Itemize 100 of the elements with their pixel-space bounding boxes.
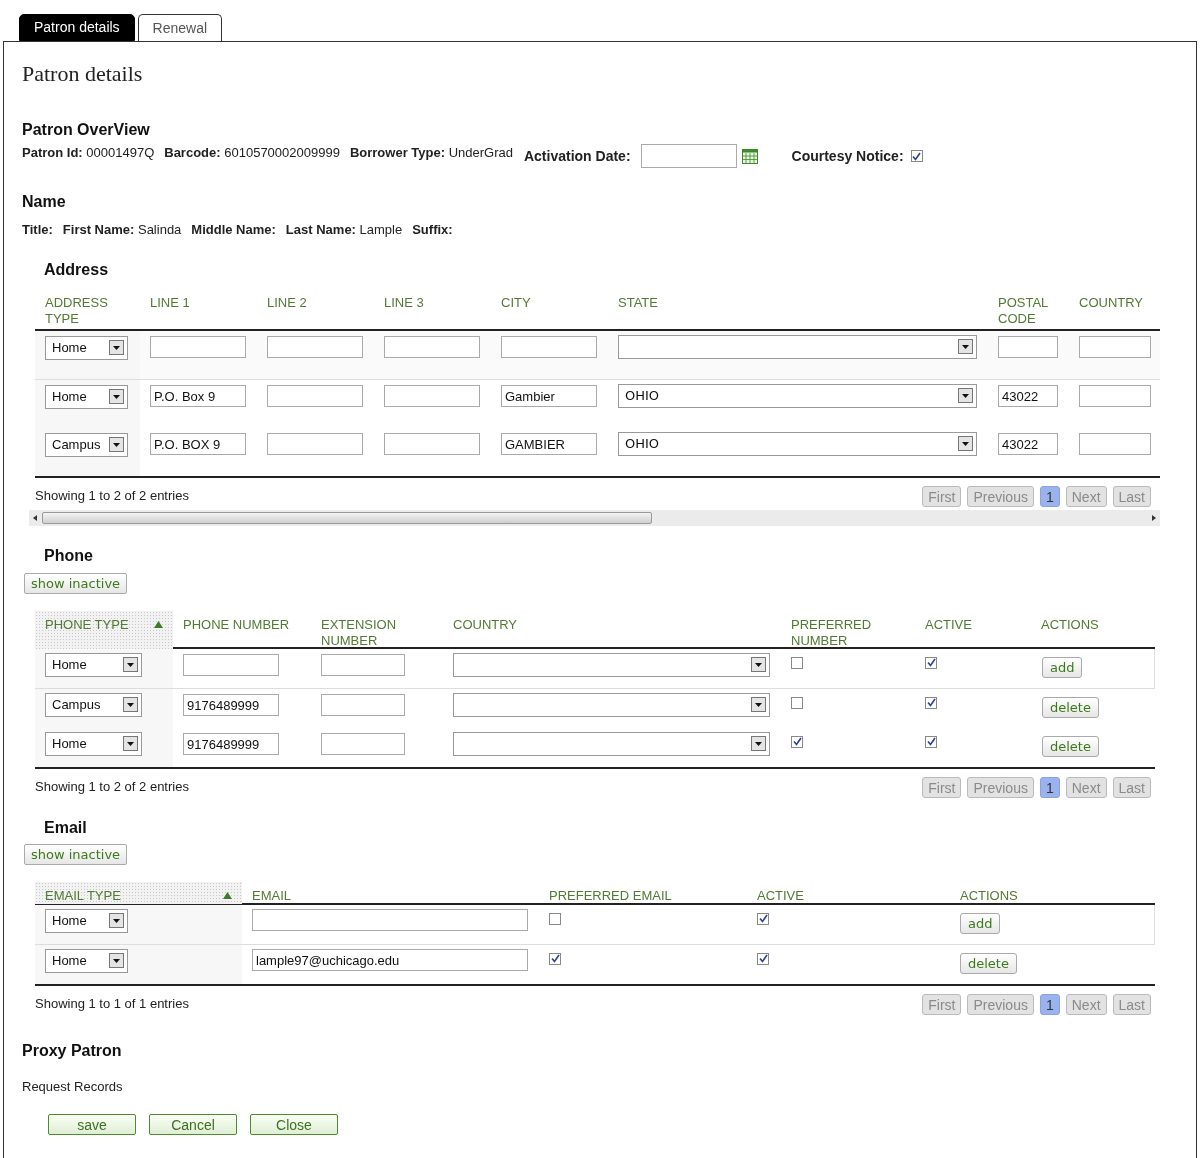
field-label: Activation Date: — [523, 146, 631, 166]
section-heading: Email — [44, 817, 88, 838]
horizontal-scrollbar[interactable] — [29, 509, 1160, 526]
text-field[interactable]: GAMBIER — [501, 433, 597, 455]
dropdown[interactable] — [453, 692, 770, 717]
checkbox[interactable] — [549, 912, 561, 925]
calendar-icon[interactable] — [741, 148, 758, 164]
text-field[interactable] — [252, 909, 528, 931]
text-field[interactable]: lample97@uchicago.edu — [252, 949, 528, 971]
text-field[interactable]: P.O. Box 9 — [150, 385, 246, 407]
dropdown[interactable]: OHIO — [618, 431, 977, 456]
column-header[interactable]: EXTENSION NUMBER — [311, 610, 443, 649]
checkbox[interactable] — [925, 696, 937, 709]
text-field[interactable] — [321, 733, 405, 755]
column-header[interactable]: POSTAL CODE — [998, 294, 1058, 327]
dropdown[interactable]: Home — [45, 652, 142, 677]
text-field[interactable]: Gambier — [501, 385, 597, 407]
field-label: Courtesy Notice: — [791, 146, 904, 166]
text-field[interactable]: 43022 — [998, 385, 1058, 407]
dropdown[interactable]: Campus — [45, 432, 128, 457]
delete-button[interactable]: delete — [960, 952, 1017, 974]
add-button[interactable]: add — [1042, 656, 1083, 678]
text-field[interactable] — [384, 336, 480, 358]
dropdown[interactable] — [618, 334, 977, 359]
checkbox[interactable] — [910, 150, 923, 162]
entries-info: Showing 1 to 1 of 1 entries — [35, 995, 189, 1014]
dropdown[interactable] — [453, 731, 770, 756]
checkbox[interactable] — [791, 735, 803, 748]
page-button[interactable]: 1 — [1039, 993, 1060, 1015]
checkbox[interactable] — [757, 912, 769, 925]
section-heading: Patron OverView — [22, 120, 151, 140]
column-header[interactable]: PREFERRED EMAIL — [539, 881, 747, 904]
text-field[interactable]: 43022 — [998, 433, 1058, 455]
dropdown[interactable]: Home — [45, 731, 142, 756]
checkbox[interactable] — [791, 656, 803, 669]
text-field[interactable] — [1079, 336, 1151, 358]
text-field[interactable]: P.O. BOX 9 — [150, 433, 246, 455]
text-field[interactable] — [384, 385, 480, 407]
dropdown[interactable]: OHIO — [618, 383, 977, 408]
request-records-text: Request Records — [22, 1077, 124, 1096]
dropdown[interactable]: Home — [45, 908, 128, 933]
text-field[interactable]: 9176489999 — [183, 694, 279, 716]
text-field[interactable] — [267, 433, 363, 455]
checkbox[interactable] — [757, 952, 769, 965]
column-header[interactable]: LINE 2 — [267, 294, 374, 311]
column-header[interactable]: ACTIONS — [950, 881, 1155, 904]
text-field[interactable] — [183, 654, 279, 676]
checkbox[interactable] — [925, 735, 937, 748]
form-button[interactable]: Close — [250, 1114, 338, 1135]
entries-info: Showing 1 to 2 of 2 entries — [35, 487, 189, 506]
text-field[interactable] — [267, 336, 363, 358]
text-field[interactable] — [1079, 433, 1151, 455]
delete-button[interactable]: delete — [1042, 696, 1099, 718]
column-header[interactable]: COUNTRY — [1079, 294, 1151, 311]
column-header[interactable]: PREFERRED NUMBER — [781, 610, 915, 649]
dropdown[interactable] — [453, 652, 770, 677]
form-button[interactable]: Cancel — [149, 1114, 237, 1135]
section-heading: Name — [22, 192, 67, 212]
column-header[interactable]: COUNTRY — [443, 610, 781, 649]
column-header[interactable]: ACTIONS — [1031, 610, 1155, 649]
column-header[interactable]: ACTIVE — [747, 881, 950, 904]
text-field[interactable] — [267, 385, 363, 407]
dropdown[interactable]: Home — [45, 335, 128, 360]
column-header[interactable]: STATE — [618, 294, 988, 311]
overview-field: Borrower Type: UnderGrad — [349, 143, 513, 163]
checkbox[interactable] — [791, 696, 803, 709]
scroll-left-arrow-icon[interactable] — [33, 514, 37, 521]
tab[interactable]: Patron details — [19, 14, 135, 41]
column-header[interactable]: LINE 1 — [150, 294, 257, 311]
column-header[interactable]: PHONE NUMBER — [173, 610, 311, 649]
column-header[interactable]: LINE 3 — [384, 294, 491, 311]
checkbox[interactable] — [925, 656, 937, 669]
text-field[interactable] — [1079, 385, 1151, 407]
column-header: PHONE TYPE — [45, 616, 130, 633]
text-field[interactable]: 9176489999 — [183, 733, 279, 755]
column-header[interactable]: ACTIVE — [915, 610, 1031, 649]
sorted-column-header[interactable]: EMAIL TYPE — [35, 881, 242, 904]
checkbox[interactable] — [549, 952, 561, 965]
date-field[interactable] — [640, 144, 737, 168]
page-button[interactable]: 1 — [1039, 485, 1060, 507]
column-header[interactable]: EMAIL — [242, 881, 539, 904]
add-button[interactable]: add — [960, 912, 1001, 934]
text-field[interactable] — [321, 694, 405, 716]
dropdown[interactable]: Campus — [45, 692, 142, 717]
dropdown[interactable]: Home — [45, 948, 128, 973]
scroll-right-arrow-icon[interactable] — [1152, 514, 1156, 521]
column-header[interactable]: ADDRESS TYPE — [45, 294, 115, 327]
dropdown[interactable]: Home — [45, 384, 128, 409]
text-field[interactable] — [384, 433, 480, 455]
delete-button[interactable]: delete — [1042, 735, 1099, 757]
text-field[interactable] — [150, 336, 246, 358]
section-heading: Proxy Patron — [22, 1040, 123, 1061]
text-field[interactable] — [321, 654, 405, 676]
page-button[interactable]: 1 — [1039, 776, 1060, 798]
text-field[interactable] — [501, 336, 597, 358]
text-field[interactable] — [998, 336, 1058, 358]
sorted-column-header[interactable]: PHONE TYPE — [35, 610, 173, 649]
form-button[interactable]: save — [48, 1114, 136, 1135]
column-header[interactable]: CITY — [501, 294, 608, 311]
tab[interactable]: Renewal — [137, 14, 223, 41]
